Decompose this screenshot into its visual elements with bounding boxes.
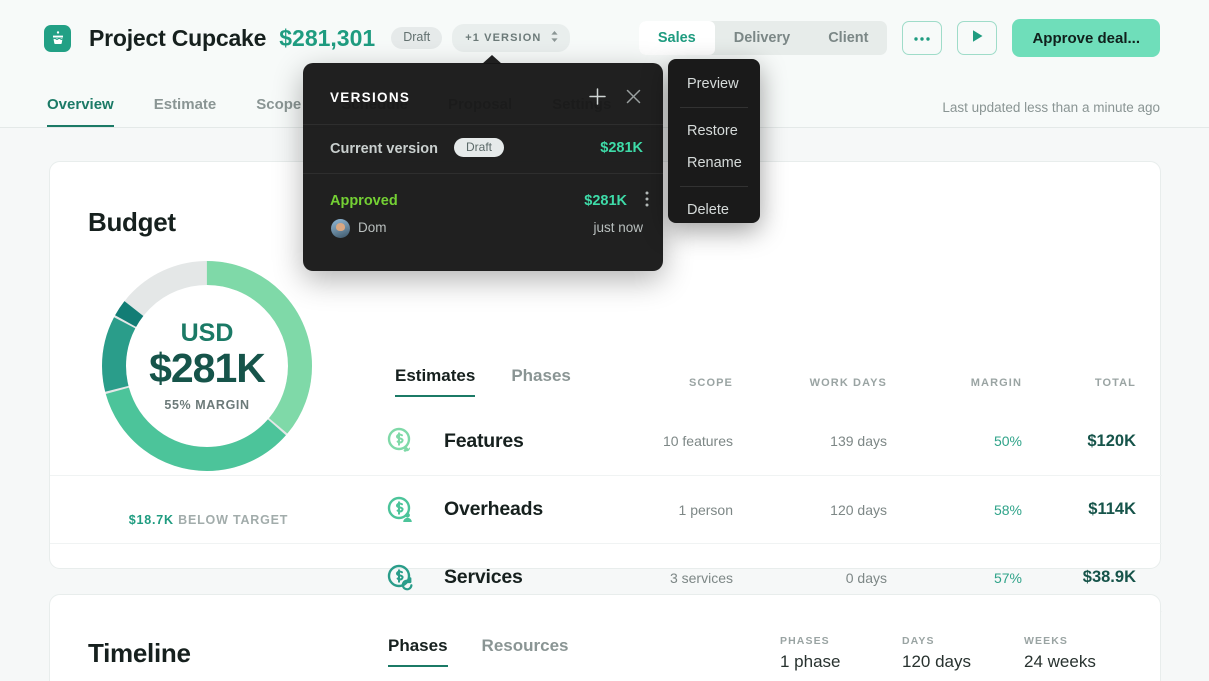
menu-item-preview[interactable]: Preview xyxy=(668,68,760,100)
avatar xyxy=(331,219,350,238)
subtab-timeline-resources[interactable]: Resources xyxy=(482,636,569,667)
cell-work-days: 120 days xyxy=(757,502,887,518)
versions-current-row[interactable]: Current version Draft $281K xyxy=(303,125,663,174)
chevron-updown-icon xyxy=(550,30,559,46)
cell-work-days: 0 days xyxy=(757,570,887,586)
budget-table-header: SCOPE WORK DAYS MARGIN TOTAL xyxy=(50,377,1162,397)
segment-delivery[interactable]: Delivery xyxy=(715,21,809,55)
column-header-work-days: WORK DAYS xyxy=(757,377,887,389)
approve-deal-button[interactable]: Approve deal... xyxy=(1012,19,1160,57)
version-timestamp: just now xyxy=(593,220,643,235)
version-context-menu: Preview Restore Rename Delete xyxy=(668,59,760,223)
stat-weeks-label: WEEKS xyxy=(1024,635,1146,647)
tab-estimate[interactable]: Estimate xyxy=(154,96,217,127)
tab-scope[interactable]: Scope xyxy=(256,96,301,127)
stat-weeks-value: 24 weeks xyxy=(1024,652,1146,672)
coin-wrench-icon xyxy=(386,426,416,456)
close-icon[interactable] xyxy=(624,87,643,111)
column-header-margin: MARGIN xyxy=(912,377,1022,389)
version-selector-pill[interactable]: +1 VERSION xyxy=(452,24,570,52)
cupcake-icon xyxy=(44,25,71,52)
menu-item-restore[interactable]: Restore xyxy=(668,115,760,147)
stat-phases-value: 1 phase xyxy=(780,652,902,672)
tab-overview[interactable]: Overview xyxy=(47,96,114,127)
donut-currency: USD xyxy=(181,320,234,346)
stat-phases-label: PHASES xyxy=(780,635,902,647)
play-icon xyxy=(971,29,984,48)
cell-margin: 58% xyxy=(912,502,1022,518)
table-row[interactable]: Overheads 1 person 120 days 58% $114K xyxy=(50,475,1162,543)
cell-work-days: 139 days xyxy=(757,433,887,449)
last-updated-text: Last updated less than a minute ago xyxy=(942,100,1209,127)
menu-item-rename[interactable]: Rename xyxy=(668,147,760,179)
menu-divider xyxy=(680,186,748,187)
project-amount: $281,301 xyxy=(279,25,375,52)
stat-weeks: WEEKS 24 weeks xyxy=(1024,635,1146,672)
versions-panel: VERSIONS Current version Draft $281K App… xyxy=(303,63,663,271)
cell-total: $120K xyxy=(1026,432,1136,451)
version-amount: $281K xyxy=(584,193,627,209)
cell-scope: 1 person xyxy=(613,502,733,518)
stat-phases: PHASES 1 phase xyxy=(780,635,902,672)
current-version-label: Current version xyxy=(330,141,438,157)
cell-scope: 10 features xyxy=(613,433,733,449)
timeline-title: Timeline xyxy=(88,638,191,669)
row-label: Overheads xyxy=(444,498,543,521)
cell-total: $114K xyxy=(1026,500,1136,519)
audience-segmented-control: Sales Delivery Client xyxy=(639,21,888,55)
versions-panel-header: VERSIONS xyxy=(303,63,663,125)
menu-item-delete[interactable]: Delete xyxy=(668,194,760,226)
header-actions: Sales Delivery Client xyxy=(639,19,1209,57)
segment-sales[interactable]: Sales xyxy=(639,21,715,55)
timeline-subtabs: Phases Resources xyxy=(388,636,568,667)
row-label: Features xyxy=(444,430,524,453)
plus-icon[interactable] xyxy=(588,87,607,111)
subtab-timeline-phases[interactable]: Phases xyxy=(388,636,448,667)
app-root: Project Cupcake $281,301 Draft +1 VERSIO… xyxy=(0,0,1209,681)
current-version-amount: $281K xyxy=(600,140,643,156)
menu-divider xyxy=(680,107,748,108)
version-author: Dom xyxy=(358,220,387,235)
coin-person-icon xyxy=(386,495,416,525)
versions-list-item[interactable]: Approved $281K Dom just now xyxy=(303,174,663,268)
version-pill-label: +1 VERSION xyxy=(465,32,541,44)
cell-margin: 57% xyxy=(912,570,1022,586)
cell-total: $38.9K xyxy=(1026,568,1136,587)
stat-days: DAYS 120 days xyxy=(902,635,1024,672)
budget-title: Budget xyxy=(88,207,176,238)
ctx-top-pad xyxy=(668,59,760,68)
stat-days-label: DAYS xyxy=(902,635,1024,647)
header-left: Project Cupcake $281,301 Draft +1 VERSIO… xyxy=(0,24,570,52)
play-button[interactable] xyxy=(957,21,997,55)
version-status: Approved xyxy=(330,193,398,209)
column-header-total: TOTAL xyxy=(1026,377,1136,389)
coin-refresh-icon xyxy=(386,563,416,593)
row-label: Services xyxy=(444,566,523,589)
page-title: Project Cupcake xyxy=(89,25,266,52)
timeline-card: Timeline Phases Resources PHASES 1 phase… xyxy=(49,594,1161,681)
timeline-stats: PHASES 1 phase DAYS 120 days WEEKS 24 we… xyxy=(780,635,1146,672)
cell-scope: 3 services xyxy=(613,570,733,586)
segment-client[interactable]: Client xyxy=(809,21,887,55)
ellipsis-icon xyxy=(913,29,931,47)
status-badge: Draft xyxy=(391,27,442,49)
current-version-badge: Draft xyxy=(454,138,504,157)
kebab-menu-icon[interactable] xyxy=(645,191,649,212)
more-options-button[interactable] xyxy=(902,21,942,55)
column-header-scope: SCOPE xyxy=(613,377,733,389)
table-row[interactable]: Features 10 features 139 days 50% $120K xyxy=(50,407,1162,475)
cell-margin: 50% xyxy=(912,433,1022,449)
stat-days-value: 120 days xyxy=(902,652,1024,672)
versions-panel-title: VERSIONS xyxy=(330,90,410,105)
